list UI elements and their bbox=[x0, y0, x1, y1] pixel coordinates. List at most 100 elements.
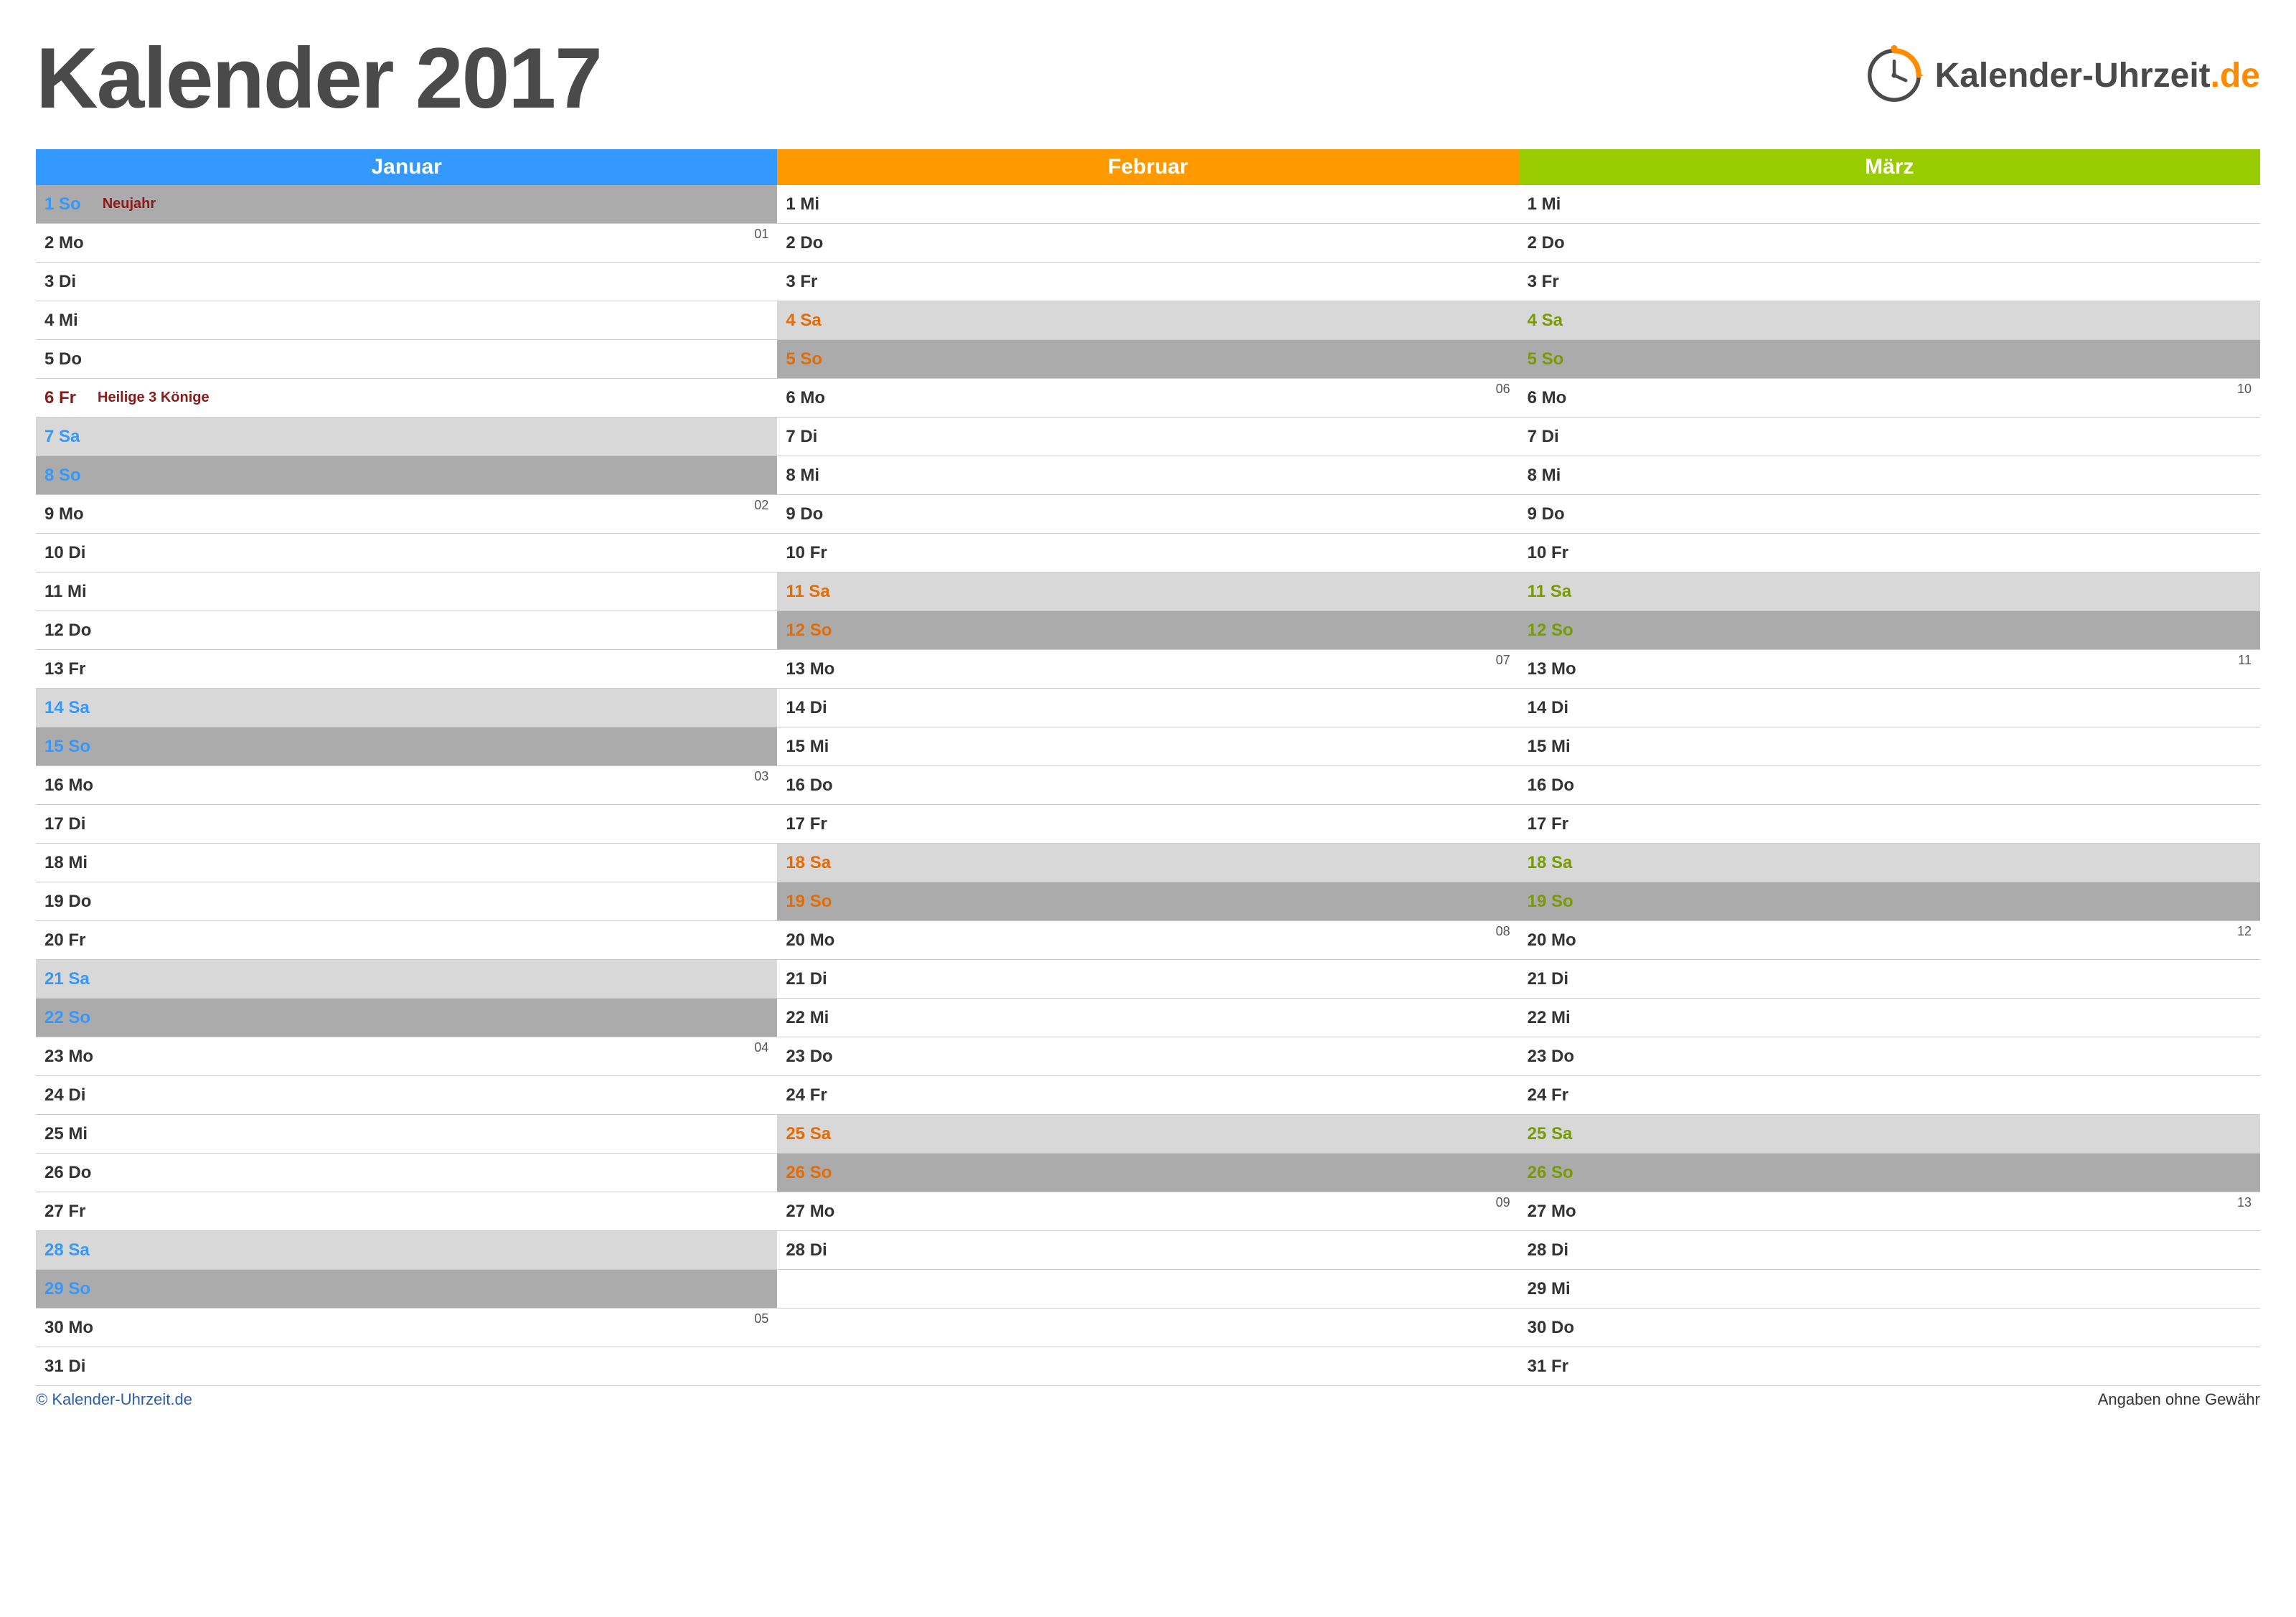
day-row: 11 Sa bbox=[777, 572, 1518, 611]
day-row: 23 Do bbox=[1519, 1037, 2260, 1076]
month-header: Januar bbox=[36, 149, 777, 185]
day-label: 14 Sa bbox=[44, 698, 90, 718]
day-label: 26 Do bbox=[44, 1163, 91, 1183]
day-label: 8 So bbox=[44, 466, 81, 486]
day-label: 6 Fr bbox=[44, 388, 76, 408]
day-row: 4 Sa bbox=[1519, 301, 2260, 340]
header: Kalender 2017 Kalender-Uhrzeit.de bbox=[36, 29, 2260, 128]
day-row: 4 Sa bbox=[777, 301, 1518, 340]
day-row: 2 Do bbox=[777, 224, 1518, 263]
logo-brand: Kalender-Uhrzeit bbox=[1935, 57, 2211, 95]
day-label: 15 Mi bbox=[786, 737, 829, 757]
day-row: 30 Mo05 bbox=[36, 1309, 777, 1347]
day-label: 5 So bbox=[1528, 349, 1564, 369]
day-label: 16 Do bbox=[1528, 776, 1574, 796]
day-label: 29 So bbox=[44, 1279, 90, 1299]
day-label: 4 Mi bbox=[44, 311, 78, 331]
day-row: 26 So bbox=[1519, 1154, 2260, 1192]
day-label: 9 Do bbox=[786, 504, 823, 524]
day-label: 19 So bbox=[1528, 892, 1573, 912]
day-row: 18 Mi bbox=[36, 844, 777, 882]
day-label: 28 Sa bbox=[44, 1240, 90, 1260]
day-row: 13 Fr bbox=[36, 650, 777, 689]
day-label: 3 Fr bbox=[1528, 272, 1559, 292]
day-label: 23 Do bbox=[1528, 1047, 1574, 1067]
day-row: 28 Di bbox=[1519, 1231, 2260, 1270]
week-number: 12 bbox=[2237, 924, 2252, 939]
day-label: 9 Do bbox=[1528, 504, 1565, 524]
copyright: © Kalender-Uhrzeit.de bbox=[36, 1390, 192, 1409]
day-row: 8 Mi bbox=[777, 456, 1518, 495]
day-label: 5 Do bbox=[44, 349, 82, 369]
day-row: 18 Sa bbox=[777, 844, 1518, 882]
day-row: 6 Mo10 bbox=[1519, 379, 2260, 418]
day-row: 12 Do bbox=[36, 611, 777, 650]
month-header: März bbox=[1519, 149, 2260, 185]
logo-tld: .de bbox=[2211, 57, 2260, 95]
day-label: 17 Fr bbox=[1528, 814, 1568, 834]
day-row: 10 Di bbox=[36, 534, 777, 572]
day-row: 28 Di bbox=[777, 1231, 1518, 1270]
day-row: 8 Mi bbox=[1519, 456, 2260, 495]
day-label: 16 Do bbox=[786, 776, 832, 796]
day-row: 5 So bbox=[777, 340, 1518, 379]
day-label: 25 Sa bbox=[1528, 1124, 1573, 1144]
day-label: 10 Fr bbox=[786, 543, 827, 563]
day-label: 11 Sa bbox=[786, 582, 829, 602]
day-row: 21 Di bbox=[1519, 960, 2260, 999]
day-label: 13 Mo bbox=[786, 659, 834, 679]
day-row: 21 Sa bbox=[36, 960, 777, 999]
day-row: 15 Mi bbox=[777, 727, 1518, 766]
day-row: 15 So bbox=[36, 727, 777, 766]
day-row: 1 Mi bbox=[777, 185, 1518, 224]
day-label: 29 Mi bbox=[1528, 1279, 1571, 1299]
day-row: 3 Di bbox=[36, 263, 777, 301]
day-row: 11 Sa bbox=[1519, 572, 2260, 611]
day-row: 27 Mo09 bbox=[777, 1192, 1518, 1231]
week-number: 05 bbox=[754, 1311, 768, 1326]
day-row: 7 Di bbox=[1519, 418, 2260, 456]
day-label: 20 Fr bbox=[44, 930, 85, 951]
day-label: 25 Sa bbox=[786, 1124, 831, 1144]
day-row: 30 Do bbox=[1519, 1309, 2260, 1347]
footer: © Kalender-Uhrzeit.de Angaben ohne Gewäh… bbox=[36, 1390, 2260, 1409]
day-row: 12 So bbox=[777, 611, 1518, 650]
day-row: 17 Fr bbox=[1519, 805, 2260, 844]
day-label: 28 Di bbox=[786, 1240, 827, 1260]
day-row: 6 Mo06 bbox=[777, 379, 1518, 418]
day-label: 21 Sa bbox=[44, 969, 90, 989]
day-label: 8 Mi bbox=[1528, 466, 1561, 486]
day-row: 26 So bbox=[777, 1154, 1518, 1192]
day-row: 14 Sa bbox=[36, 689, 777, 727]
day-row: 20 Mo12 bbox=[1519, 921, 2260, 960]
day-row: 22 Mi bbox=[1519, 999, 2260, 1037]
day-row: 5 So bbox=[1519, 340, 2260, 379]
day-row: 3 Fr bbox=[1519, 263, 2260, 301]
day-label: 17 Di bbox=[44, 814, 85, 834]
day-label: 13 Mo bbox=[1528, 659, 1576, 679]
day-label: 14 Di bbox=[786, 698, 827, 718]
day-row: 9 Do bbox=[777, 495, 1518, 534]
day-label: 3 Di bbox=[44, 272, 76, 292]
day-label: 15 So bbox=[44, 737, 90, 757]
day-row: 24 Di bbox=[36, 1076, 777, 1115]
day-label: 14 Di bbox=[1528, 698, 1568, 718]
day-row: 9 Mo02 bbox=[36, 495, 777, 534]
day-row: 21 Di bbox=[777, 960, 1518, 999]
day-row: 1 Mi bbox=[1519, 185, 2260, 224]
day-label: 12 So bbox=[786, 621, 832, 641]
day-row: 23 Do bbox=[777, 1037, 1518, 1076]
day-row: 5 Do bbox=[36, 340, 777, 379]
day-row: 3 Fr bbox=[777, 263, 1518, 301]
day-label: 2 Mo bbox=[44, 233, 84, 253]
week-number: 08 bbox=[1496, 924, 1510, 939]
day-label: 6 Mo bbox=[786, 388, 825, 408]
day-row: 7 Sa bbox=[36, 418, 777, 456]
page-title: Kalender 2017 bbox=[36, 29, 601, 128]
day-label: 24 Fr bbox=[786, 1085, 827, 1106]
day-row: 20 Fr bbox=[36, 921, 777, 960]
day-label: 21 Di bbox=[786, 969, 827, 989]
day-row: 11 Mi bbox=[36, 572, 777, 611]
day-label: 19 Do bbox=[44, 892, 91, 912]
day-label: 19 So bbox=[786, 892, 832, 912]
